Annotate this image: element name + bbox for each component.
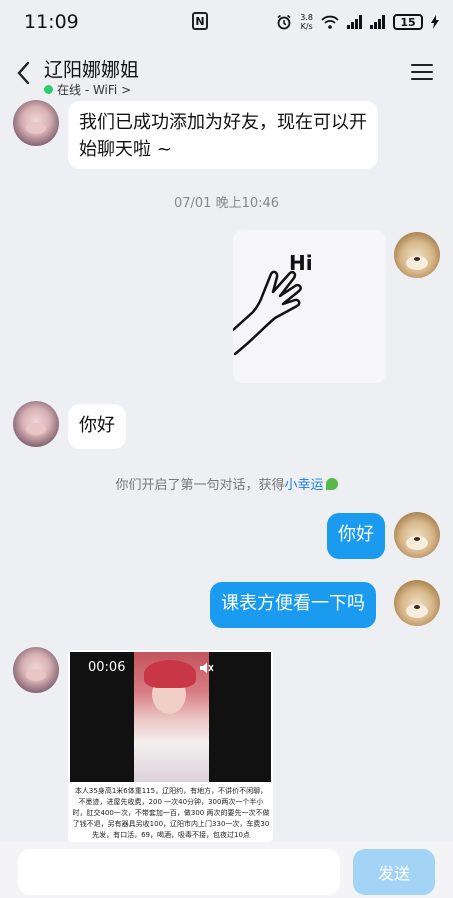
alarm-icon	[277, 14, 291, 30]
battery-icon: 15	[393, 14, 423, 30]
system-note-text: 你们开启了第一句对话，获得	[115, 478, 285, 493]
input-bar: 发送	[0, 842, 453, 898]
contact-name[interactable]: 辽阳娜娜姐	[44, 55, 139, 82]
message-bubble-question[interactable]: 课表方便看一下吗	[210, 582, 376, 628]
chat-header: 辽阳娜娜姐 在线 - WiFi >	[0, 50, 453, 100]
clover-icon	[325, 478, 338, 490]
waving-hand-icon: Hi	[233, 251, 313, 356]
contact-avatar[interactable]	[13, 647, 59, 693]
contact-avatar[interactable]	[13, 100, 59, 146]
menu-button[interactable]	[411, 64, 433, 82]
online-dot-icon	[44, 85, 53, 94]
wifi-icon	[321, 15, 339, 29]
presence-label: 在线 - WiFi >	[57, 83, 132, 97]
video-caption: 本人35身高1米6体重115，辽阳约，有地方，不讲价不闲聊，不墨迹，进屋先收费，…	[72, 787, 270, 839]
presence-status[interactable]: 在线 - WiFi >	[44, 81, 131, 98]
my-avatar[interactable]	[394, 580, 440, 626]
hi-sticker[interactable]: Hi	[233, 230, 386, 383]
message-bubble-hello-in[interactable]: 你好	[68, 404, 126, 449]
message-bubble-hello-out[interactable]: 你好	[327, 513, 385, 559]
message-bubble-greeting[interactable]: 我们已成功添加为好友，现在可以开始聊天啦 ~	[68, 101, 378, 169]
signal-icon	[347, 15, 362, 29]
signal-icon-2	[370, 15, 385, 29]
video-duration: 00:06	[88, 660, 126, 675]
back-button[interactable]	[12, 58, 38, 88]
charging-icon	[431, 15, 439, 29]
back-icon	[17, 61, 30, 85]
video-message[interactable]: 00:06 本人35身高1米6体重115，辽阳约，有地方，不讲价不闲聊，不墨迹，…	[68, 650, 273, 842]
contact-avatar[interactable]	[13, 401, 59, 447]
send-button[interactable]: 发送	[353, 849, 435, 895]
menu-icon	[411, 64, 433, 66]
video-thumbnail: 00:06	[70, 652, 271, 782]
status-time: 11:09	[24, 11, 79, 33]
sticker-text: Hi	[289, 251, 313, 275]
lucky-link[interactable]: 小幸运	[285, 478, 324, 493]
system-note: 你们开启了第一句对话，获得小幸运	[0, 474, 453, 493]
my-avatar[interactable]	[394, 512, 440, 558]
message-input[interactable]	[18, 849, 340, 895]
status-icons: 3.8 K/s 15	[276, 13, 439, 31]
nfc-icon: N	[192, 12, 208, 30]
mute-icon	[200, 663, 214, 673]
message-timestamp: 07/01 晚上10:46	[173, 196, 280, 211]
status-bar: 11:09 N 3.8 K/s 15	[0, 0, 453, 44]
my-avatar[interactable]	[394, 232, 440, 278]
net-speed: 3.8 K/s	[300, 13, 313, 31]
